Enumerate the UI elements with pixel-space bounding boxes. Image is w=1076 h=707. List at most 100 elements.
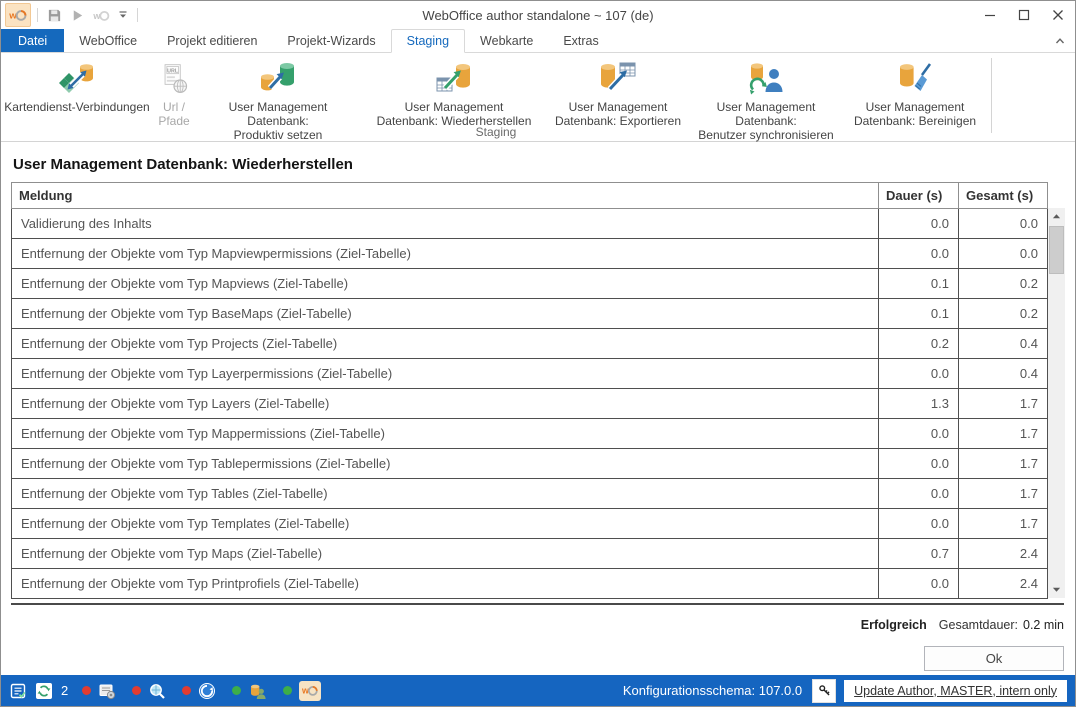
- dauer-cell: 0.1: [879, 269, 959, 299]
- run-button[interactable]: [67, 4, 88, 26]
- save-button[interactable]: [44, 4, 65, 26]
- notification-count: 2: [61, 683, 68, 698]
- table-row[interactable]: Entfernung der Objekte vom Typ Templates…: [12, 509, 1048, 539]
- app-logo-button[interactable]: w: [5, 3, 31, 27]
- dauer-cell: 0.1: [879, 299, 959, 329]
- minimize-button[interactable]: [973, 1, 1007, 29]
- message-cell: Entfernung der Objekte vom Typ Mapviews …: [12, 269, 879, 299]
- close-icon: [1052, 9, 1064, 21]
- collapse-ribbon-button[interactable]: [1045, 29, 1075, 52]
- update-author-link[interactable]: Update Author, MASTER, intern only: [844, 680, 1067, 702]
- gesamt-cell: 0.0: [959, 239, 1048, 269]
- results-table-area: MeldungDauer (s)Gesamt (s) Validierung d…: [11, 182, 1064, 605]
- gesamt-cell: 1.7: [959, 449, 1048, 479]
- gesamt-cell: 0.2: [959, 299, 1048, 329]
- scroll-up-button[interactable]: [1048, 208, 1065, 225]
- close-button[interactable]: [1041, 1, 1075, 29]
- table-row[interactable]: Entfernung der Objekte vom Typ BaseMaps …: [12, 299, 1048, 329]
- tab-datei[interactable]: Datei: [1, 29, 64, 52]
- refresh-icon: [35, 682, 53, 700]
- url-document-globe-icon: URL: [157, 59, 191, 99]
- column-header: Gesamt (s): [959, 183, 1048, 209]
- tab-extras[interactable]: Extras: [548, 29, 613, 52]
- title-bar: w w WebOffice author standalone ~ 107 (d…: [1, 1, 1075, 29]
- maximize-button[interactable]: [1007, 1, 1041, 29]
- table-row[interactable]: Entfernung der Objekte vom Typ Layers (Z…: [12, 389, 1048, 419]
- ribbon-button-label: User ManagementDatenbank: Wiederherstell…: [377, 100, 532, 128]
- message-cell: Entfernung der Objekte vom Typ Mapviewpe…: [12, 239, 879, 269]
- result-summary: Erfolgreich Gesamtdauer: 0.2 min: [11, 618, 1064, 632]
- dauer-cell: 0.0: [879, 449, 959, 479]
- ribbon-button-label: Kartendienst-Verbindungen: [4, 100, 149, 114]
- weboffice-badge: w: [299, 681, 321, 701]
- update-author-text: Update Author, MASTER, intern only: [854, 684, 1057, 698]
- ribbon: Kartendienst-Verbindungen URL Url /Pfade: [1, 53, 1075, 142]
- customize-toolbar-button[interactable]: [115, 4, 131, 26]
- umdb-wiederherstellen-button[interactable]: User ManagementDatenbank: Wiederherstell…: [361, 58, 547, 129]
- dauer-cell: 0.0: [879, 509, 959, 539]
- dauer-cell: 0.0: [879, 569, 959, 599]
- table-row[interactable]: Entfernung der Objekte vom Typ Printprof…: [12, 569, 1048, 599]
- umdb-exportieren-button[interactable]: User ManagementDatenbank: Exportieren: [547, 58, 689, 129]
- scroll-down-arrow-icon: [1052, 585, 1061, 594]
- window-controls: [973, 1, 1075, 29]
- message-cell: Entfernung der Objekte vom Typ Tables (Z…: [12, 479, 879, 509]
- license-key-button[interactable]: [812, 679, 836, 703]
- tab-staging[interactable]: Staging: [391, 29, 465, 53]
- gesamt-cell: 1.7: [959, 389, 1048, 419]
- quick-access-toolbar: w w: [1, 1, 142, 29]
- database-broom-icon: [896, 59, 934, 99]
- ok-button[interactable]: Ok: [924, 646, 1064, 671]
- gesamt-cell: 1.7: [959, 479, 1048, 509]
- table-row[interactable]: Entfernung der Objekte vom Typ Projects …: [12, 329, 1048, 359]
- service-indicator-weboffice: w: [283, 681, 321, 701]
- database-export-icon: [599, 59, 637, 99]
- message-cell: Entfernung der Objekte vom Typ Templates…: [12, 509, 879, 539]
- table-row[interactable]: Entfernung der Objekte vom Typ Tables (Z…: [12, 479, 1048, 509]
- statusbar-right: Konfigurationsschema: 107.0.0 Update Aut…: [623, 679, 1067, 703]
- main-panel: User Management Datenbank: Wiederherstel…: [1, 142, 1075, 675]
- database-promote-icon: [259, 59, 297, 99]
- tab-projekt-wizards[interactable]: Projekt-Wizards: [272, 29, 390, 52]
- refresh-status-button[interactable]: [35, 682, 53, 700]
- tab-weboffice[interactable]: WebOffice: [64, 29, 152, 52]
- table-row[interactable]: Entfernung der Objekte vom Typ Mapviews …: [12, 269, 1048, 299]
- tab-webkarte[interactable]: Webkarte: [465, 29, 548, 52]
- message-cell: Entfernung der Objekte vom Typ Layers (Z…: [12, 389, 879, 419]
- save-icon: [47, 8, 62, 23]
- status-dot-red-icon: [132, 686, 141, 695]
- scrollbar-thumb[interactable]: [1049, 226, 1064, 274]
- weboffice-gray-icon: w: [93, 9, 110, 22]
- table-row[interactable]: Validierung des Inhalts0.00.0: [12, 209, 1048, 239]
- ribbon-button-label: User ManagementDatenbank: Exportieren: [555, 100, 681, 128]
- vertical-scrollbar[interactable]: [1048, 208, 1065, 598]
- message-cell: Entfernung der Objekte vom Typ Projects …: [12, 329, 879, 359]
- table-row[interactable]: Entfernung der Objekte vom Typ Mapviewpe…: [12, 239, 1048, 269]
- tab-projekt-editieren[interactable]: Projekt editieren: [152, 29, 272, 52]
- maximize-icon: [1018, 9, 1030, 21]
- toolbar-separator: [37, 8, 38, 22]
- log-panel-button[interactable]: [9, 682, 27, 700]
- umdb-bereinigen-button[interactable]: User ManagementDatenbank: Bereinigen: [843, 58, 987, 129]
- table-row[interactable]: Entfernung der Objekte vom Typ Maps (Zie…: [12, 539, 1048, 569]
- results-table: MeldungDauer (s)Gesamt (s) Validierung d…: [11, 182, 1048, 599]
- dauer-cell: 0.7: [879, 539, 959, 569]
- dauer-cell: 0.0: [879, 359, 959, 389]
- table-row[interactable]: Entfernung der Objekte vom Typ Mappermis…: [12, 419, 1048, 449]
- total-duration-label: Gesamtdauer:: [939, 618, 1018, 632]
- ribbon-group-separator: [991, 58, 992, 133]
- table-row[interactable]: Entfernung der Objekte vom Typ Layerperm…: [12, 359, 1048, 389]
- status-dot-red-icon: [182, 686, 191, 695]
- weboffice-logo-icon: w: [9, 8, 27, 22]
- kartendienst-verbindungen-button[interactable]: Kartendienst-Verbindungen: [1, 58, 153, 115]
- status-dot-green-icon: [232, 686, 241, 695]
- table-row[interactable]: Entfernung der Objekte vom Typ Tableperm…: [12, 449, 1048, 479]
- server-gear-icon: [98, 682, 116, 700]
- service-indicator-userdb: [232, 682, 267, 700]
- table-header-row: MeldungDauer (s)Gesamt (s): [12, 183, 1048, 209]
- weboffice-action-button-disabled: w: [90, 4, 113, 26]
- scroll-down-button[interactable]: [1048, 581, 1065, 598]
- ribbon-button-label: User ManagementDatenbank: Bereinigen: [854, 100, 976, 128]
- globe-compass-icon: [198, 682, 216, 700]
- gesamt-cell: 0.4: [959, 359, 1048, 389]
